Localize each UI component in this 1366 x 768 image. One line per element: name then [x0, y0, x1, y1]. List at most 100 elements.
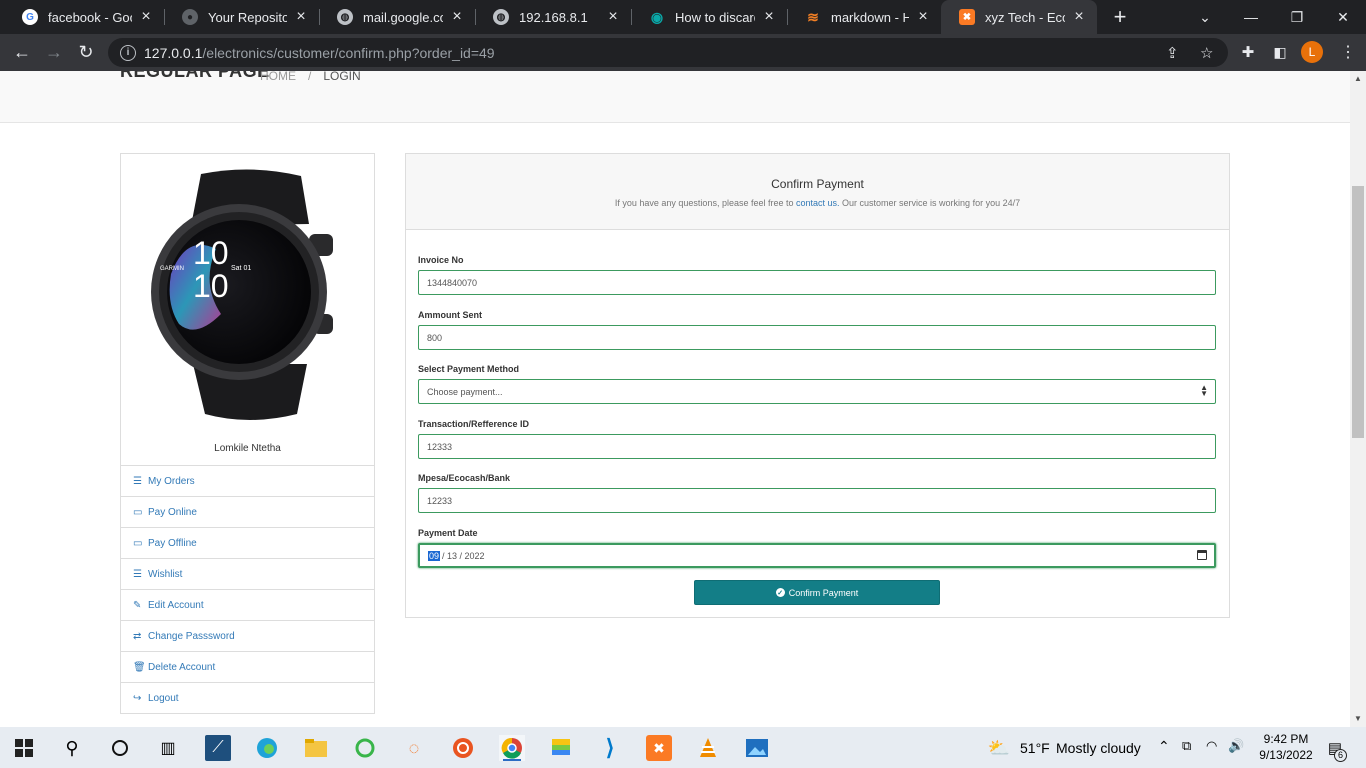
breadcrumb-separator: / [308, 71, 312, 83]
breadcrumb: HOME / LOGIN [260, 71, 361, 83]
tray-chevron-icon[interactable]: ⌃ [1158, 738, 1170, 755]
sidebar-item-label: Delete Account [148, 661, 216, 673]
invoice-label: Invoice No [418, 255, 464, 265]
tab-router[interactable]: ◍ 192.168.8.1 × [475, 0, 631, 34]
sidebar-item-delete-account[interactable]: 🗑 Delete Account [121, 651, 374, 682]
back-arrow-icon[interactable]: ← [8, 38, 36, 66]
breadcrumb-home[interactable]: HOME [260, 71, 296, 83]
bluestacks-icon[interactable] [548, 735, 574, 761]
wifi-icon[interactable]: ◠ [1206, 738, 1217, 754]
new-tab-button[interactable]: + [1108, 4, 1132, 30]
ubuntu-icon[interactable] [450, 735, 476, 761]
calendar-icon[interactable] [1197, 550, 1207, 560]
weather-temperature[interactable]: 51°F [1020, 740, 1050, 756]
amount-input[interactable]: 800 [418, 325, 1216, 350]
menu-kebab-icon[interactable]: ⋮ [1334, 38, 1362, 66]
trash-icon: 🗑 [133, 661, 146, 673]
sidebar-item-my-orders[interactable]: ☰ My Orders [121, 465, 374, 496]
close-icon[interactable]: × [138, 8, 154, 26]
tab-repositories[interactable]: ● Your Repositories × [164, 0, 319, 34]
app-ring-icon[interactable] [352, 735, 378, 761]
ssms-icon[interactable]: ⟋ [205, 735, 231, 761]
profile-avatar[interactable]: L [1301, 41, 1323, 63]
date-month-segment[interactable]: 09 [428, 550, 441, 561]
task-view-icon[interactable]: ▥ [155, 735, 181, 761]
close-icon[interactable]: × [1071, 8, 1087, 26]
subtitle-text: If you have any questions, please feel f… [614, 198, 796, 208]
volume-icon[interactable]: 🔊 [1228, 738, 1244, 754]
side-panel-icon[interactable]: ◧ [1266, 38, 1294, 66]
scrollbar-thumb[interactable] [1352, 186, 1364, 438]
forward-arrow-icon[interactable]: → [40, 38, 68, 66]
address-bar[interactable]: i 127.0.0.1/electronics/customer/confirm… [108, 38, 1228, 67]
tab-title: xyz Tech - Ecom [985, 9, 1065, 25]
page-title: REGULAR PAGE [120, 71, 270, 81]
edit-icon: ✎ [133, 599, 142, 611]
tab-discard[interactable]: ◉ How to discard y × [631, 0, 787, 34]
transaction-input[interactable]: 12333 [418, 434, 1216, 459]
close-icon[interactable]: × [293, 8, 309, 26]
sidebar-item-change-password[interactable]: ⇄ Change Passsword [121, 620, 374, 651]
minimize-button[interactable]: — [1228, 0, 1274, 34]
site-info-icon[interactable]: i [120, 44, 136, 61]
share-icon[interactable]: ⇪ [1166, 44, 1179, 62]
clock-date: 9/13/2022 [1259, 748, 1313, 762]
invoice-input[interactable]: 1344840070 [418, 270, 1216, 295]
sidebar-item-logout[interactable]: ↪ Logout [121, 682, 374, 713]
smartwatch-image: 10 10 GARMIN Sat 01 [131, 164, 364, 428]
windows-start-icon[interactable] [11, 735, 37, 761]
weather-description[interactable]: Mostly cloudy [1056, 740, 1141, 756]
tab-facebook[interactable]: G facebook - Goog × [4, 0, 164, 34]
close-icon[interactable]: × [449, 8, 465, 26]
vscode-icon[interactable]: ⟩ [597, 735, 623, 761]
sidebar-item-edit-account[interactable]: ✎ Edit Account [121, 589, 374, 620]
sidebar-item-pay-online[interactable]: ▭ Pay Online [121, 496, 374, 527]
cortana-icon[interactable] [107, 735, 133, 761]
sidebar-item-label: My Orders [148, 475, 195, 487]
close-icon[interactable]: × [915, 8, 931, 26]
contact-us-link[interactable]: contact us. [796, 198, 840, 208]
search-icon[interactable]: ⚲ [59, 735, 85, 761]
google-icon: G [22, 9, 38, 25]
clock-time: 9:42 PM [1263, 732, 1309, 746]
scroll-up-arrow-icon[interactable]: ▲ [1354, 74, 1362, 83]
payment-date-label: Payment Date [418, 528, 478, 538]
jupyter-icon[interactable]: ◌ [401, 735, 427, 761]
restore-button[interactable]: ❐ [1274, 0, 1320, 34]
extensions-puzzle-icon[interactable]: ✚ [1234, 38, 1262, 66]
tab-mail[interactable]: ◍ mail.google.com × [319, 0, 475, 34]
window-close-button[interactable]: ✕ [1320, 0, 1366, 34]
vlc-icon[interactable] [695, 735, 721, 761]
close-icon[interactable]: × [761, 8, 777, 26]
taskbar-clock[interactable]: 9:42 PM 9/13/2022 [1254, 731, 1318, 763]
xampp-icon[interactable]: ✖ [646, 735, 672, 761]
bookmark-star-icon[interactable]: ☆ [1200, 44, 1213, 62]
photos-icon[interactable] [744, 735, 770, 761]
edge-icon[interactable] [254, 735, 280, 761]
tab-search-chevron-icon[interactable]: ⌄ [1182, 0, 1228, 34]
tab-markdown[interactable]: ≋ markdown - How × [787, 0, 941, 34]
sidebar-menu: ☰ My Orders ▭ Pay Online ▭ Pay Offline ☰… [121, 465, 374, 713]
reload-icon[interactable]: ↻ [72, 38, 100, 66]
sidebar-item-label: Pay Online [148, 506, 197, 518]
sidebar-item-label: Change Passsword [148, 630, 235, 642]
globe-icon: ◍ [337, 9, 353, 25]
chrome-icon[interactable] [499, 735, 525, 761]
meet-now-icon[interactable]: ⧉ [1182, 738, 1191, 754]
close-icon[interactable]: × [605, 8, 621, 26]
bank-input[interactable]: 12233 [418, 488, 1216, 513]
invoice-value: 1344840070 [427, 277, 478, 288]
weather-cloud-icon[interactable]: ⛅ [986, 735, 1012, 761]
tab-xyz-tech[interactable]: ✖ xyz Tech - Ecom × [941, 0, 1097, 34]
payment-date-input[interactable]: 09/ 13 / 2022 [418, 543, 1216, 568]
payment-method-select[interactable]: Choose payment... ▲ ▼ [418, 379, 1216, 404]
sidebar-item-label: Pay Offline [148, 537, 197, 549]
sidebar-item-wishlist[interactable]: ☰ Wishlist [121, 558, 374, 589]
panel-title: Confirm Payment [771, 177, 864, 191]
select-arrows-icon: ▲ ▼ [1200, 383, 1208, 398]
file-explorer-icon[interactable] [303, 735, 329, 761]
scroll-down-arrow-icon[interactable]: ▼ [1354, 714, 1362, 723]
confirm-payment-button[interactable]: ✓ Confirm Payment [694, 580, 940, 605]
page-scrollbar[interactable]: ▲ ▼ [1350, 71, 1366, 727]
sidebar-item-pay-offline[interactable]: ▭ Pay Offline [121, 527, 374, 558]
